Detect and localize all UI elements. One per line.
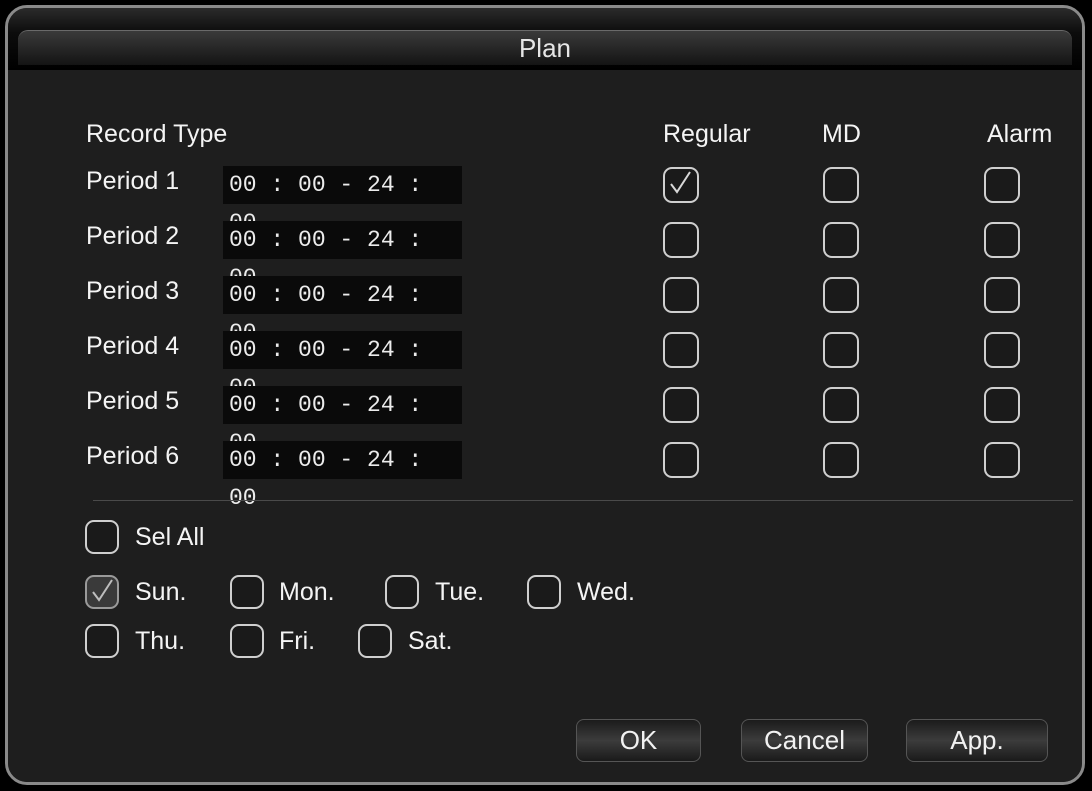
wed-checkbox[interactable]	[527, 575, 561, 609]
sat-checkbox[interactable]	[358, 624, 392, 658]
regular-column-label: Regular	[663, 120, 751, 148]
period-1-md-checkbox[interactable]	[823, 167, 859, 203]
period-6-regular-checkbox[interactable]	[663, 442, 699, 478]
period-4-alarm-checkbox[interactable]	[984, 332, 1020, 368]
period-2-label: Period 2	[86, 222, 180, 250]
period-3-regular-checkbox[interactable]	[663, 277, 699, 313]
fri-checkbox[interactable]	[230, 624, 264, 658]
period-6-md-checkbox[interactable]	[823, 442, 859, 478]
period-1-label: Period 1	[86, 167, 180, 195]
period-4-label: Period 4	[86, 332, 180, 360]
record-type-label: Record Type	[86, 120, 228, 148]
period-2-regular-checkbox[interactable]	[663, 222, 699, 258]
alarm-column-label: Alarm	[987, 120, 1053, 148]
period-1-regular-checkbox[interactable]	[663, 167, 699, 203]
period-4-time-field[interactable]: 00 : 00 - 24 : 00	[223, 331, 462, 401]
dialog-title: Plan	[518, 33, 572, 63]
sun-label: Sun.	[135, 578, 187, 606]
fri-label: Fri.	[279, 627, 316, 655]
period-5-regular-checkbox[interactable]	[663, 387, 699, 423]
mon-checkbox[interactable]	[230, 575, 264, 609]
period-1-time-field[interactable]: 00 : 00 - 24 : 00	[223, 166, 462, 236]
md-column-label: MD	[822, 120, 861, 148]
period-3-time-field[interactable]: 00 : 00 - 24 : 00	[223, 276, 462, 346]
period-5-time-field[interactable]: 00 : 00 - 24 : 00	[223, 386, 462, 456]
sel-all-checkbox[interactable]	[85, 520, 119, 554]
checkmark-icon	[670, 171, 691, 194]
period-5-label: Period 5	[86, 387, 180, 415]
wed-label: Wed.	[577, 578, 635, 606]
dialog-content: Record Type Regular MD Alarm Period 1 00…	[8, 70, 1082, 782]
section-divider	[93, 500, 1073, 501]
period-4-regular-checkbox[interactable]	[663, 332, 699, 368]
tue-label: Tue.	[435, 578, 485, 606]
checkmark-icon	[92, 579, 113, 602]
period-2-md-checkbox[interactable]	[823, 222, 859, 258]
thu-label: Thu.	[135, 627, 186, 655]
sun-checkbox[interactable]	[85, 575, 119, 609]
period-2-alarm-checkbox[interactable]	[984, 222, 1020, 258]
thu-checkbox[interactable]	[85, 624, 119, 658]
period-5-alarm-checkbox[interactable]	[984, 387, 1020, 423]
period-6-time-field[interactable]: 00 : 00 - 24 : 00	[223, 441, 462, 511]
title-bar: Plan	[8, 8, 1082, 70]
apply-button[interactable]: App.	[906, 719, 1048, 762]
sel-all-label: Sel All	[135, 523, 205, 551]
period-3-alarm-checkbox[interactable]	[984, 277, 1020, 313]
period-6-alarm-checkbox[interactable]	[984, 442, 1020, 478]
tue-checkbox[interactable]	[385, 575, 419, 609]
sat-label: Sat.	[408, 627, 453, 655]
period-3-md-checkbox[interactable]	[823, 277, 859, 313]
period-4-md-checkbox[interactable]	[823, 332, 859, 368]
ok-button[interactable]: OK	[576, 719, 701, 762]
mon-label: Mon.	[279, 578, 335, 606]
period-5-md-checkbox[interactable]	[823, 387, 859, 423]
period-1-alarm-checkbox[interactable]	[984, 167, 1020, 203]
period-3-label: Period 3	[86, 277, 180, 305]
period-2-time-field[interactable]: 00 : 00 - 24 : 00	[223, 221, 462, 291]
cancel-button[interactable]: Cancel	[741, 719, 868, 762]
plan-dialog: Plan Record Type Regular MD Alarm Period…	[5, 5, 1085, 785]
period-6-label: Period 6	[86, 442, 180, 470]
